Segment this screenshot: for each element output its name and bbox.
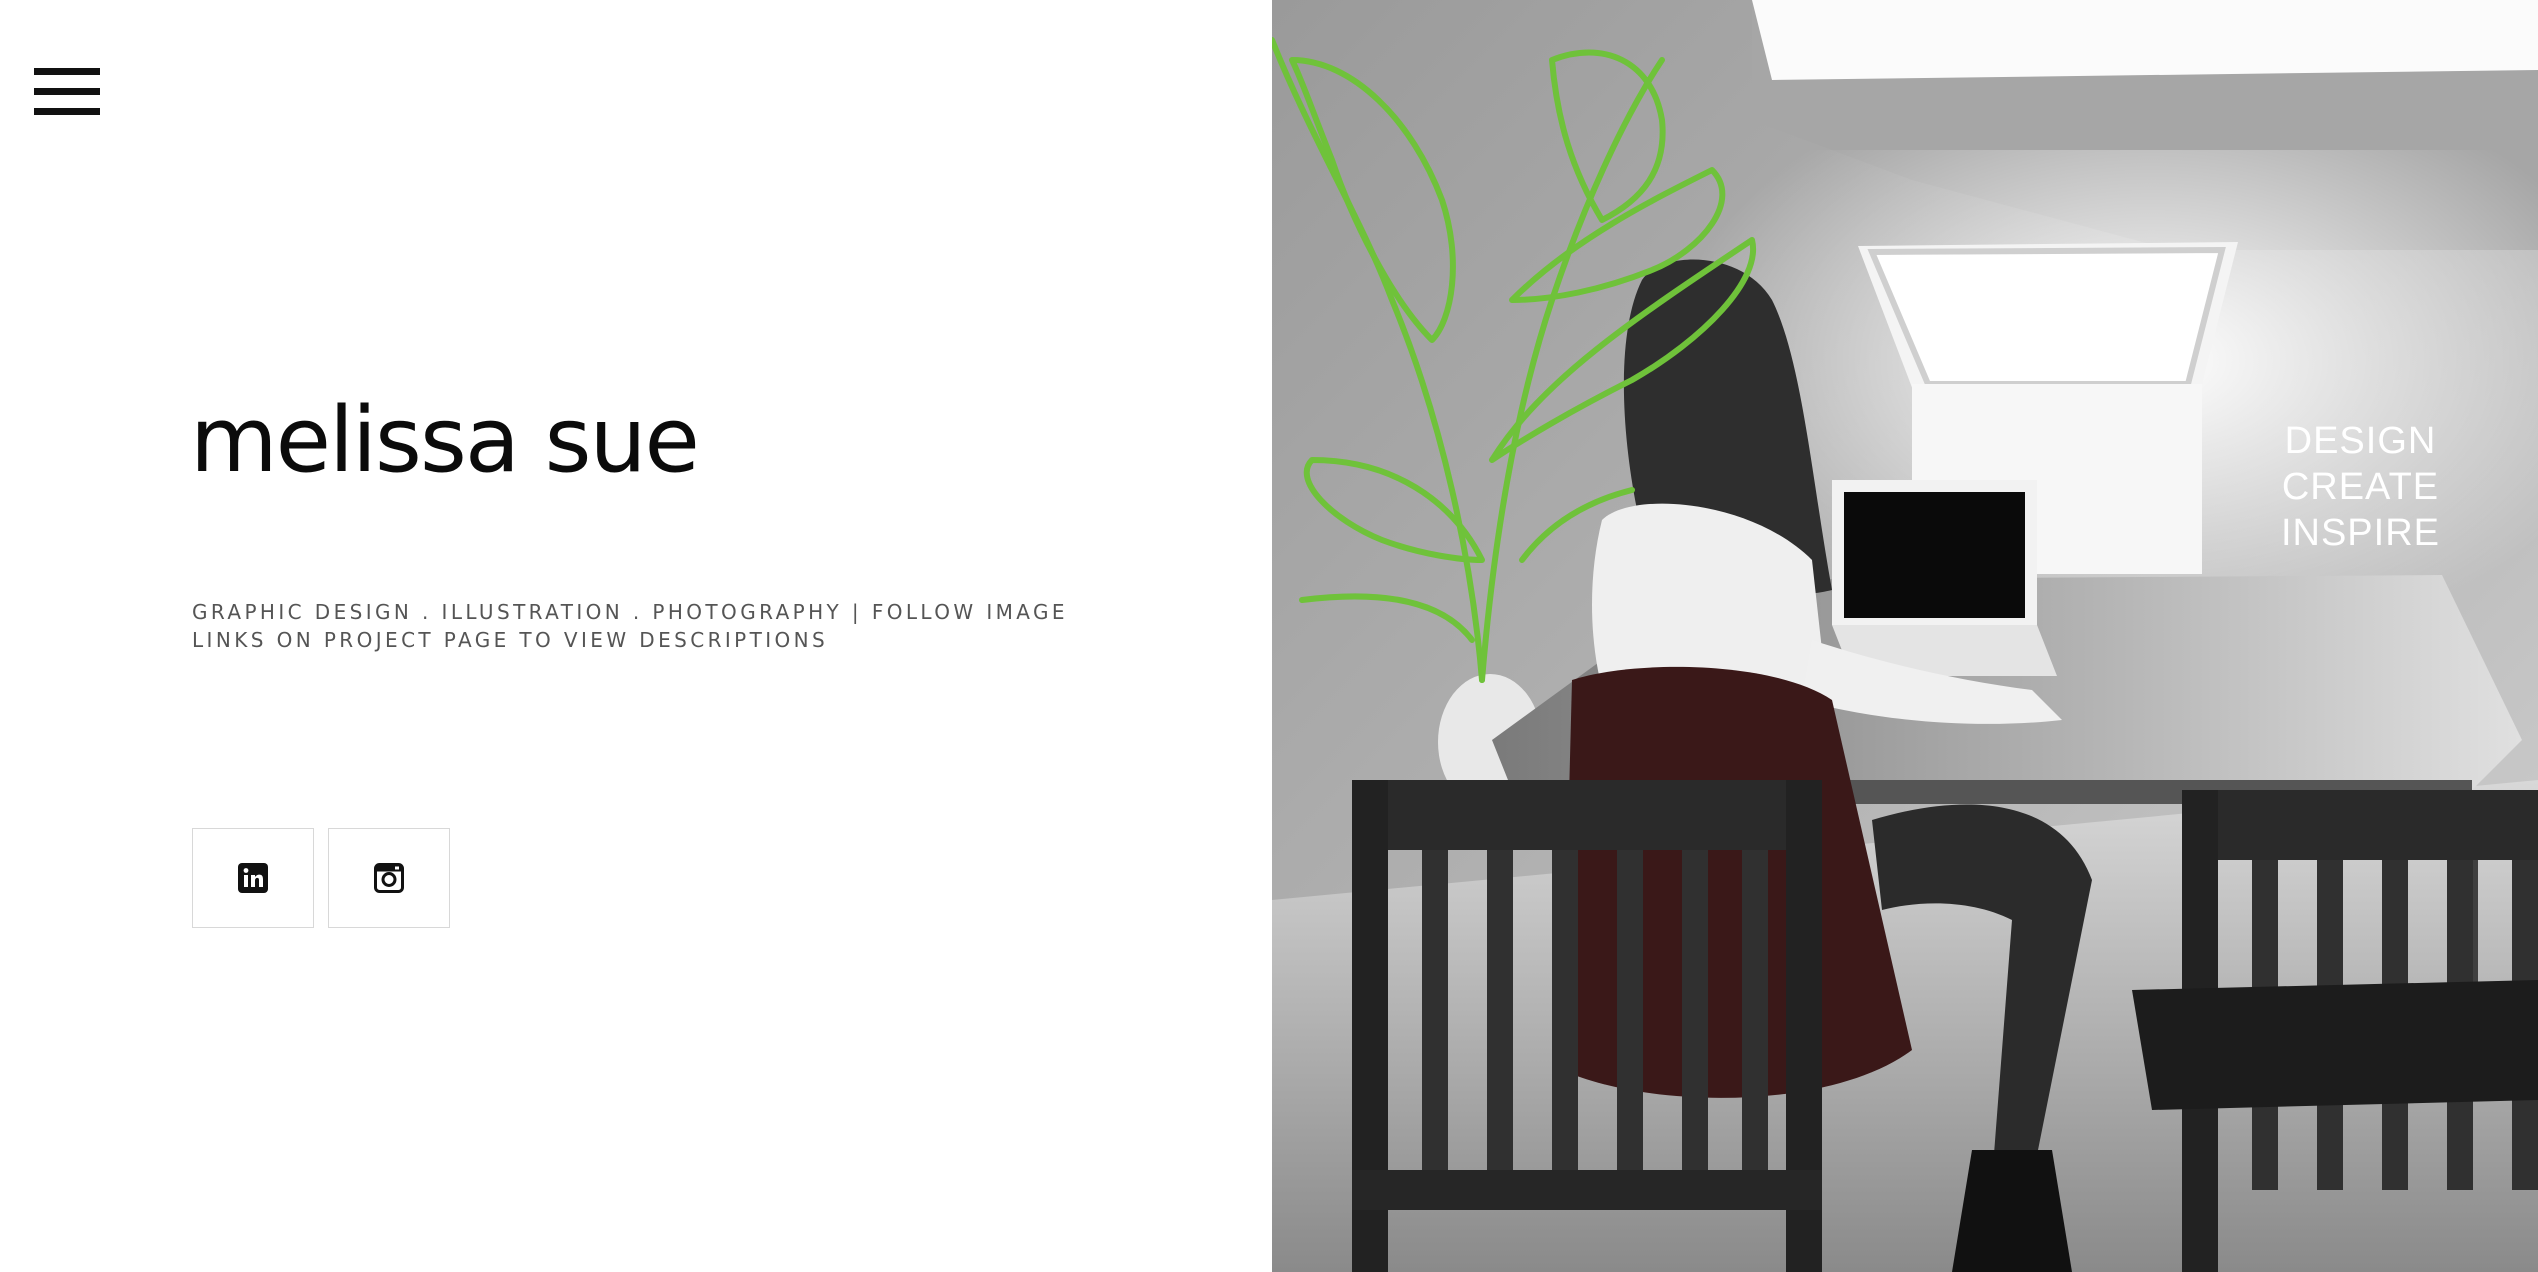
hamburger-menu-icon[interactable] <box>34 66 100 118</box>
site-title: melissa sue <box>190 388 700 493</box>
linkedin-icon <box>238 863 268 893</box>
menu-bar <box>34 68 100 75</box>
menu-bar <box>34 108 100 115</box>
tagline: GRAPHIC DESIGN . ILLUSTRATION . PHOTOGRA… <box>192 598 1092 654</box>
instagram-icon <box>374 863 404 893</box>
linkedin-link[interactable] <box>192 828 314 928</box>
social-links <box>192 828 450 928</box>
intro-panel: melissa sue GRAPHIC DESIGN . ILLUSTRATIO… <box>0 0 1272 1272</box>
instagram-link[interactable] <box>328 828 450 928</box>
tagline-line-1: GRAPHIC DESIGN . ILLUSTRATION . PHOTOGRA… <box>192 600 1068 624</box>
overlay-tagline: DESIGN CREATE INSPIRE <box>2281 418 2440 556</box>
overlay-line: INSPIRE <box>2280 512 2440 554</box>
menu-bar <box>34 88 100 95</box>
photo-scene <box>1272 0 2538 1272</box>
page: melissa sue GRAPHIC DESIGN . ILLUSTRATIO… <box>0 0 2538 1272</box>
tagline-line-2: LINKS ON PROJECT PAGE TO VIEW DESCRIPTIO… <box>192 628 829 652</box>
hero-photo: DESIGN CREATE INSPIRE <box>1272 0 2538 1272</box>
overlay-line: CREATE <box>2281 466 2440 508</box>
overlay-line: DESIGN <box>2284 420 2437 462</box>
